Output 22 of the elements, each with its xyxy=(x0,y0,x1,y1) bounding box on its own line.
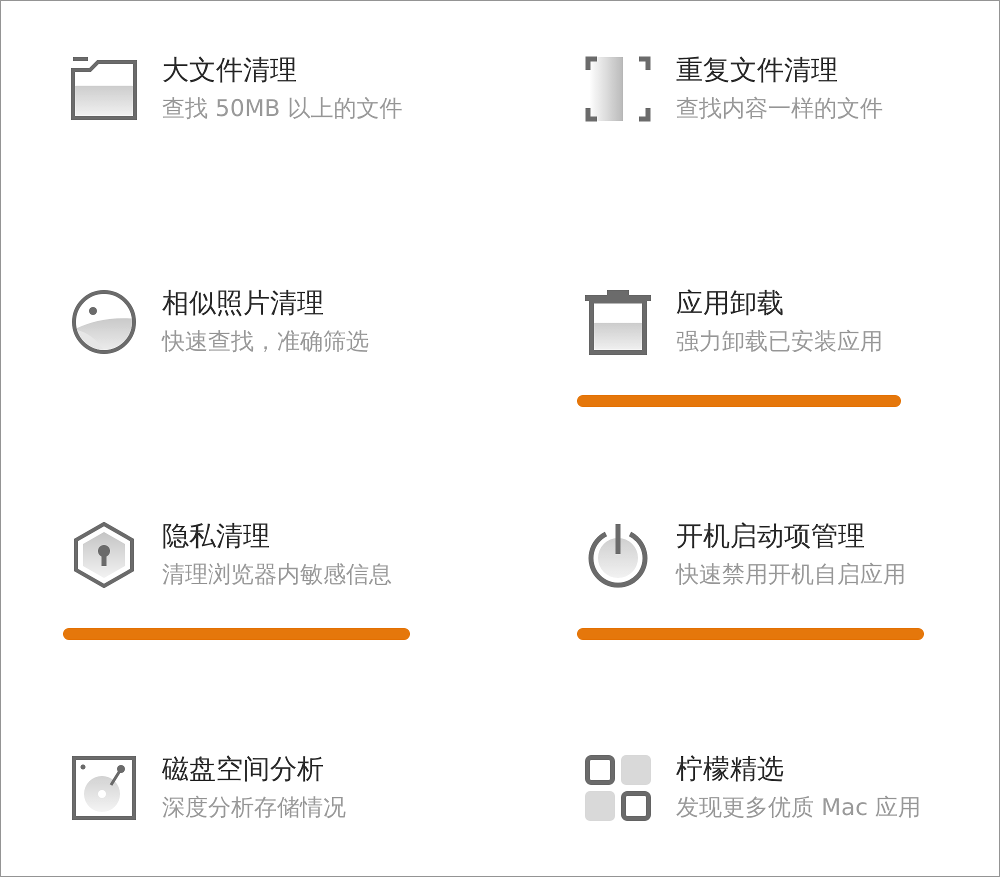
feature-title[interactable]: 大文件清理 xyxy=(162,52,403,89)
feature-description: 快速查找，准确筛选 xyxy=(162,328,369,357)
grid-squares-icon xyxy=(585,755,651,821)
feature-description: 深度分析存储情况 xyxy=(162,794,346,823)
landscape-circle-icon xyxy=(71,289,137,355)
feature-description: 查找内容一样的文件 xyxy=(676,95,883,124)
feature-title[interactable]: 重复文件清理 xyxy=(676,52,883,89)
feature-title[interactable]: 柠檬精选 xyxy=(676,751,922,788)
trash-icon xyxy=(585,289,651,355)
folder-icon xyxy=(71,56,137,122)
feature-description: 强力卸载已安装应用 xyxy=(676,328,883,357)
feature-description: 快速禁用开机自启应用 xyxy=(676,561,906,590)
feature-title[interactable]: 开机启动项管理 xyxy=(676,518,906,555)
feature-title[interactable]: 磁盘空间分析 xyxy=(162,751,346,788)
feature-description: 发现更多优质 Mac 应用 xyxy=(676,794,922,823)
feature-description: 查找 50MB 以上的文件 xyxy=(162,95,403,124)
feature-title[interactable]: 应用卸载 xyxy=(676,285,883,322)
feature-title[interactable]: 相似照片清理 xyxy=(162,285,369,322)
feature-description: 清理浏览器内敏感信息 xyxy=(162,561,392,590)
bracket-frame-icon xyxy=(585,56,651,122)
hexagon-keyhole-icon xyxy=(71,522,137,588)
feature-title[interactable]: 隐私清理 xyxy=(162,518,392,555)
